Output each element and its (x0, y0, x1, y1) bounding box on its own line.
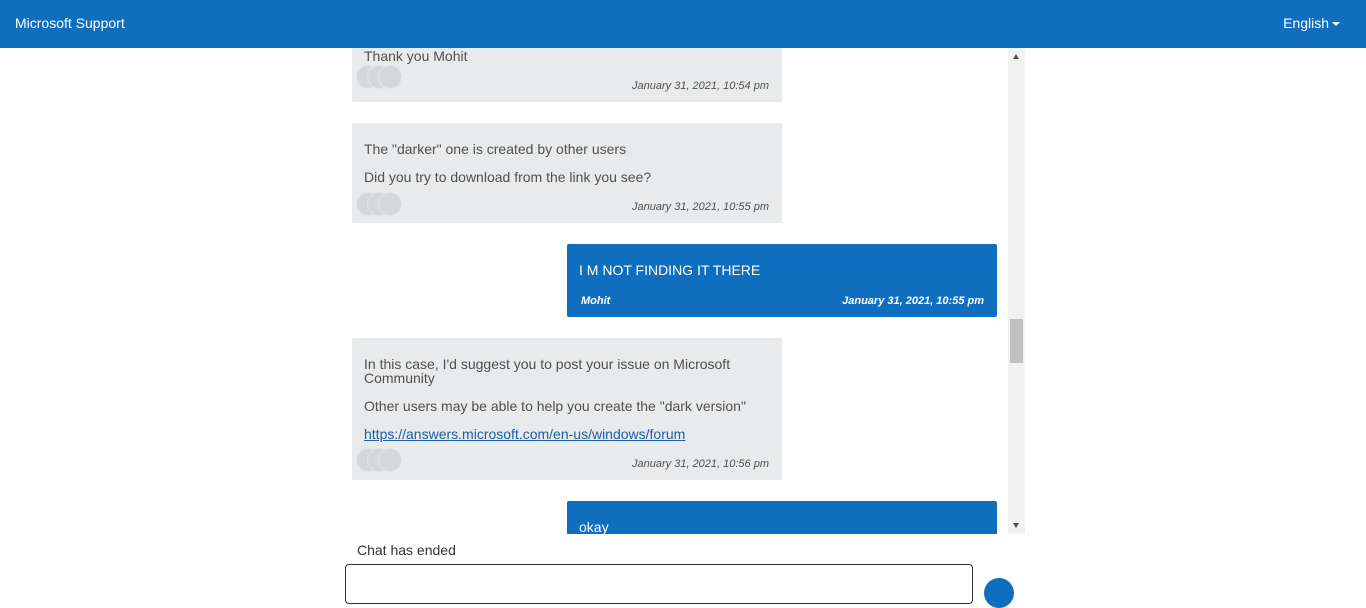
message-sender: Mohit (581, 295, 611, 307)
language-label: English (1283, 15, 1329, 31)
language-selector[interactable]: English (1283, 15, 1340, 31)
chat-scrollbar[interactable] (1008, 48, 1025, 534)
message-timestamp: January 31, 2021, 10:56 pm (632, 458, 769, 470)
message-text: Other users may be able to help you crea… (364, 398, 746, 414)
scrollbar-thumb[interactable] (1010, 319, 1023, 363)
message-timestamp: January 31, 2021, 10:55 pm (842, 295, 984, 307)
message-timestamp: January 31, 2021, 10:54 pm (632, 80, 769, 92)
user-message: okay (567, 501, 997, 534)
send-button[interactable] (984, 578, 1014, 608)
message-text: Did you try to download from the link yo… (364, 169, 652, 185)
agent-message: In this case, I'd suggest you to post yo… (352, 338, 782, 480)
message-text: I M NOT FINDING IT THERE (579, 262, 761, 278)
caret-down-icon (1332, 22, 1340, 27)
message-text: In this case, I'd suggest you to post yo… (364, 356, 731, 372)
community-forum-link[interactable]: https://answers.microsoft.com/en-us/wind… (364, 427, 685, 441)
scroll-down-arrow-icon[interactable] (1013, 523, 1019, 528)
message-text: Thank you Mohit (364, 48, 468, 64)
agent-message: The "darker" one is created by other use… (352, 123, 782, 223)
message-text: Community (364, 370, 435, 386)
message-timestamp: January 31, 2021, 10:55 pm (632, 201, 769, 213)
agent-avatar-icon (356, 448, 416, 472)
user-message: I M NOT FINDING IT THERE Mohit January 3… (567, 244, 997, 317)
chat-transcript: Thank you Mohit January 31, 2021, 10:54 … (340, 48, 1008, 534)
agent-avatar-icon (356, 192, 416, 216)
chat-status: Chat has ended (357, 542, 456, 558)
top-bar: Microsoft Support English (0, 0, 1366, 48)
message-input[interactable] (345, 564, 973, 604)
agent-message: Thank you Mohit January 31, 2021, 10:54 … (352, 48, 782, 102)
message-text: The "darker" one is created by other use… (364, 141, 627, 157)
agent-avatar-icon (356, 65, 416, 89)
message-text: okay (579, 519, 609, 534)
brand-title: Microsoft Support (15, 15, 125, 31)
scroll-up-arrow-icon[interactable] (1013, 54, 1019, 59)
